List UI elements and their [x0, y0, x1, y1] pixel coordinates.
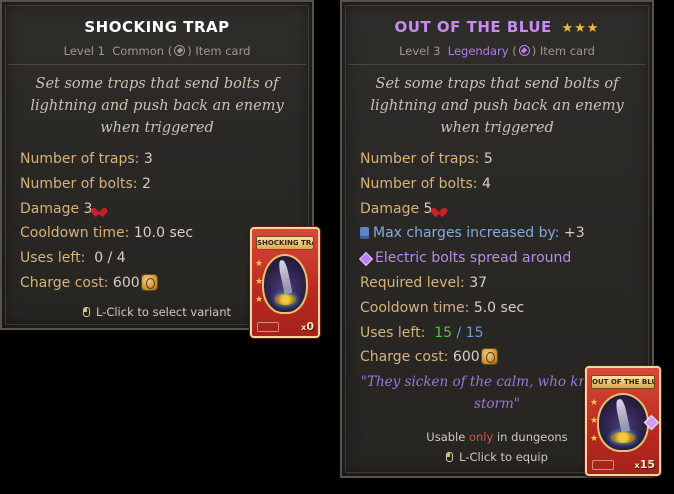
item-title: OUT OF THE BLUE ★★★ [342, 18, 652, 36]
stat-label: Max charges increased by: [373, 225, 560, 242]
item-type: Item card [195, 44, 251, 58]
card-art-lightning-icon [597, 393, 649, 452]
card-ornament [257, 322, 279, 332]
mouse-icon [82, 307, 90, 317]
stat-value: 600 [452, 349, 480, 366]
stat-value: 5.0 sec [473, 299, 525, 316]
stat-value: 0 / 4 [94, 250, 126, 267]
card-banner: OUT OF THE BLUE [591, 375, 655, 389]
usable-note-only: only [468, 430, 494, 444]
star-icon: ★ [590, 398, 599, 408]
stat-label: Number of traps: [20, 151, 140, 167]
card-count: x15 [635, 458, 655, 471]
stat-damage: Damage 5 [360, 197, 585, 222]
card-ornament [592, 460, 614, 470]
stat-number-of-traps: Number of traps: 3 [20, 147, 193, 172]
stat-value-current: 15 [434, 324, 453, 341]
item-type: Item card [539, 44, 595, 58]
stat-cooldown: Cooldown time: 10.0 sec [20, 221, 193, 246]
stat-uses-left: Uses left: 0 / 4 [20, 246, 193, 271]
stat-label: Cooldown time: [360, 299, 470, 316]
stat-charge-cost: Charge cost: 600 [360, 345, 585, 370]
charge-badge-icon [360, 227, 369, 240]
stat-charge-cost: Charge cost: 600 [20, 271, 193, 296]
stat-label: Cooldown time: [20, 225, 130, 242]
divider [8, 64, 306, 65]
heart-icon [94, 204, 104, 213]
stat-label: Number of bolts: [360, 175, 478, 192]
stat-value: 600 [112, 274, 140, 291]
card-banner: SHOCKING TRAP [256, 236, 314, 250]
usable-note-post: in dungeons [496, 430, 568, 444]
item-subtitle: Level 3 Legendary () Item card [399, 44, 595, 58]
stat-label: Damage [20, 200, 80, 217]
stat-electric-bolts: Electric bolts spread around [360, 246, 585, 271]
card-count: x0 [301, 320, 314, 333]
stat-value: 3 [143, 151, 153, 167]
stat-damage: Damage 3 [20, 197, 193, 222]
item-title-text: SHOCKING TRAP [84, 18, 230, 36]
star-icon: ★ [590, 434, 599, 444]
stat-label: Number of bolts: [20, 175, 138, 192]
card-count-value: 0 [306, 320, 314, 333]
stat-value: 2 [141, 175, 151, 192]
stat-value: 37 [469, 274, 488, 291]
rune-coin-icon [140, 273, 158, 291]
stat-number-of-bolts: Number of bolts: 2 [20, 172, 193, 197]
item-rarity: Common [112, 44, 165, 58]
card-count-value: 15 [639, 458, 655, 471]
star-icon: ★ [255, 295, 264, 305]
item-card-out-of-the-blue[interactable]: OUT OF THE BLUE ★ ★ ★ x15 [585, 366, 661, 476]
item-stats: Number of traps: 5 Number of bolts: 4 Da… [360, 147, 585, 370]
star-rating-icon: ★★★ [561, 21, 600, 36]
stat-label: Damage [360, 200, 420, 217]
item-card-shocking-trap[interactable]: SHOCKING TRAP ★ ★ ★ x0 [250, 227, 320, 338]
rune-coin-icon [480, 348, 498, 366]
stat-label: Number of traps: [360, 151, 480, 167]
item-stats: Number of traps: 3 Number of bolts: 2 Da… [20, 147, 193, 296]
purple-gem-icon [360, 253, 370, 263]
stat-label: Electric bolts spread around [375, 250, 572, 267]
item-rarity: Legendary [447, 44, 509, 58]
stat-cooldown: Cooldown time: 5.0 sec [360, 296, 585, 321]
stat-label: Uses left: [360, 324, 426, 341]
divider [348, 64, 646, 65]
item-level: Level 1 [63, 44, 105, 58]
stat-value-max: 15 [465, 324, 484, 341]
diamond-gem-icon [518, 45, 530, 56]
stat-label: Uses left: [20, 250, 86, 267]
stat-value: 4 [481, 175, 491, 192]
stat-uses-left: Uses left: 15 / 15 [360, 321, 585, 346]
stat-max-charges: Max charges increased by: +3 [360, 221, 585, 246]
stat-value: 5 [483, 151, 493, 167]
stat-number-of-bolts: Number of bolts: 4 [360, 172, 585, 197]
item-description: Set some traps that send bolts of lightn… [30, 76, 284, 136]
item-title: SHOCKING TRAP [2, 18, 312, 36]
footer-hint-text: L-Click to equip [459, 450, 548, 464]
stat-label: Charge cost: [360, 349, 449, 366]
stat-value: +3 [563, 225, 585, 242]
heart-icon [434, 204, 444, 213]
star-icon: ★ [255, 259, 264, 269]
item-subtitle: Level 1 Common () Item card [63, 44, 251, 58]
item-level: Level 3 [399, 44, 441, 58]
footer-hint-text: L-Click to select variant [95, 305, 232, 319]
stat-value: 10.0 sec [133, 225, 194, 242]
stat-required-level: Required level: 37 [360, 271, 585, 296]
diamond-gem-icon [174, 45, 186, 56]
card-art-trap-icon [262, 254, 308, 314]
item-description: Set some traps that send bolts of lightn… [370, 76, 624, 136]
stat-label: Required level: [360, 274, 465, 291]
stat-separator: / [456, 324, 462, 341]
usable-note-pre: Usable [426, 430, 466, 444]
item-title-text: OUT OF THE BLUE [394, 18, 552, 36]
stat-number-of-traps: Number of traps: 5 [360, 147, 585, 172]
mouse-icon [446, 452, 454, 462]
stat-label: Charge cost: [20, 274, 109, 291]
